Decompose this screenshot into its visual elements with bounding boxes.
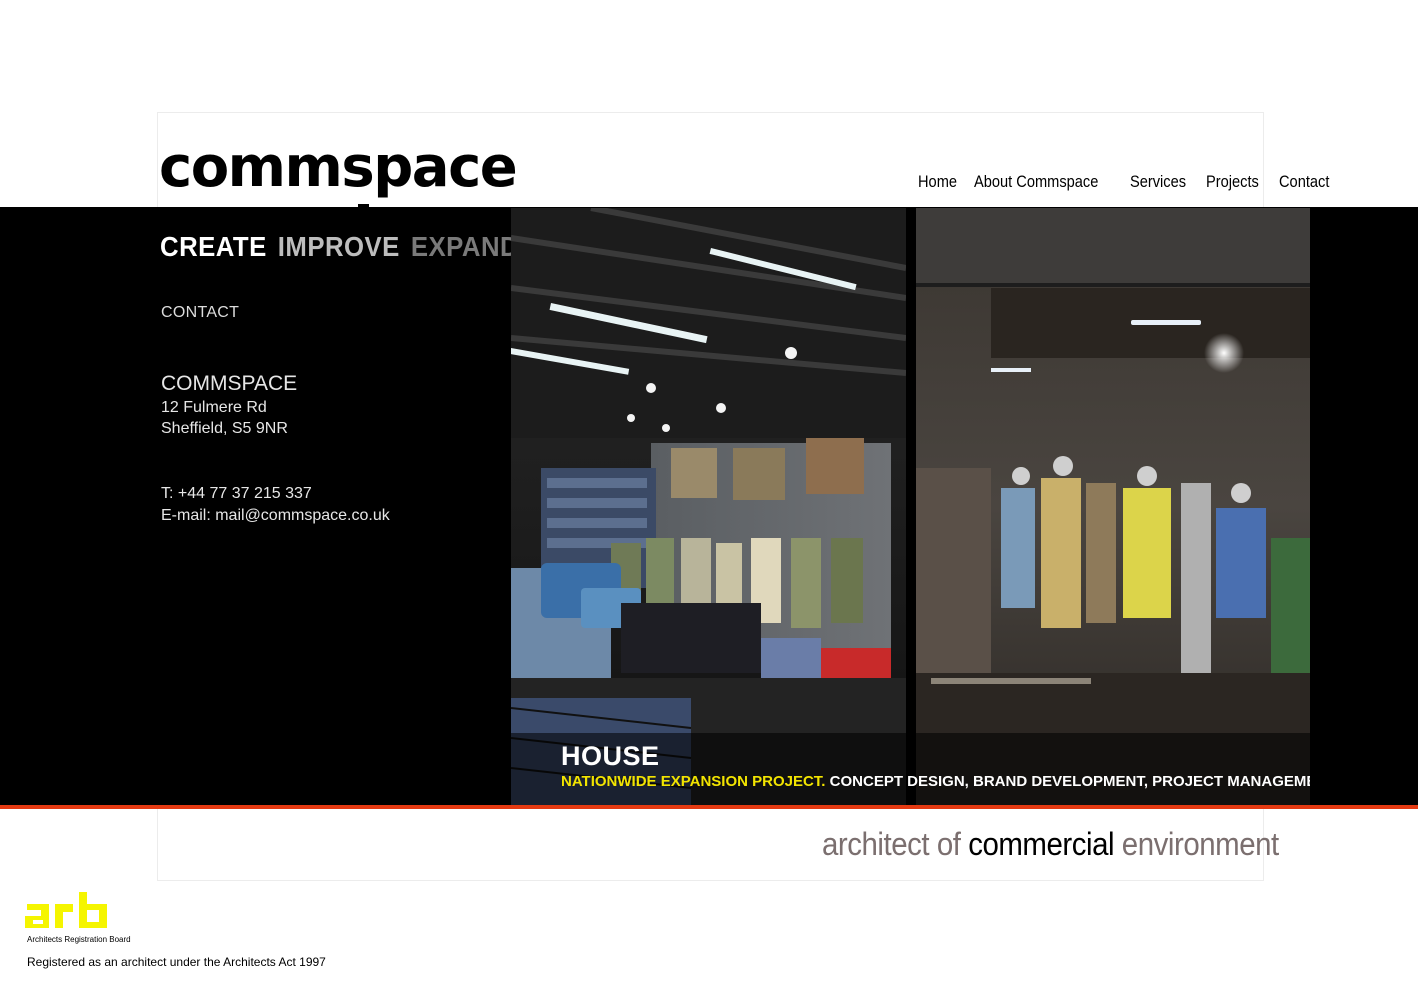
site-logo[interactable]: commspace (159, 140, 518, 196)
tagline: architect of commercial environment (822, 826, 1279, 863)
project-description: CONCEPT DESIGN, BRAND DEVELOPMENT, PROJE… (825, 773, 1310, 790)
tagline-part-2: commercial (968, 826, 1115, 862)
main-nav: Home About Commspace Services Projects C… (918, 172, 1348, 192)
slogan-create: CREATE (160, 231, 267, 262)
accent-divider (0, 805, 1418, 809)
section-label: CONTACT (161, 304, 240, 321)
registration-note: Registered as an architect under the Arc… (27, 955, 326, 969)
project-highlight: NATIONWIDE EXPANSION PROJECT. (561, 773, 826, 790)
arb-logo[interactable] (25, 890, 111, 934)
address-line-1: 12 Fulmere Rd (161, 399, 267, 416)
nav-contact[interactable]: Contact (1279, 172, 1329, 192)
nav-about[interactable]: About Commspace (974, 172, 1098, 192)
company-name: COMMSPACE (161, 372, 298, 395)
store-interior-image (511, 208, 1310, 805)
nav-home[interactable]: Home (918, 172, 957, 192)
slogan: CREATE IMPROVE EXPAND (160, 231, 530, 263)
nav-services[interactable]: Services (1130, 172, 1186, 192)
project-photo: HOUSE NATIONWIDE EXPANSION PROJECT. CONC… (511, 208, 1310, 805)
phone-number: T: +44 77 37 215 337 (161, 485, 312, 502)
slogan-expand: EXPAND (410, 231, 520, 262)
nav-projects[interactable]: Projects (1206, 172, 1259, 192)
tagline-part-3: environment (1114, 826, 1279, 862)
arb-full-name: Architects Registration Board (27, 935, 131, 944)
tagline-part-1: architect of (822, 826, 969, 862)
project-summary: NATIONWIDE EXPANSION PROJECT. CONCEPT DE… (561, 773, 1310, 790)
address-line-2: Sheffield, S5 9NR (161, 420, 288, 437)
email-address[interactable]: E-mail: mail@commspace.co.uk (161, 507, 390, 525)
project-title: HOUSE (561, 741, 660, 771)
slogan-improve: IMPROVE (277, 231, 400, 262)
